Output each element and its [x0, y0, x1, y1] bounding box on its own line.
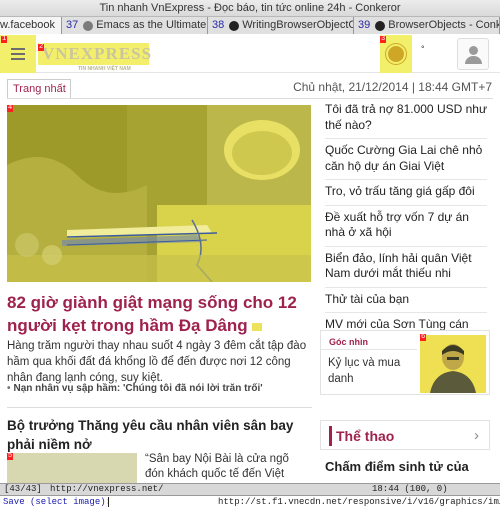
- page-content: 1 VNEXPRESS TIN NHANH VIỆT NAM 2 3 ° Tra…: [0, 35, 500, 483]
- current-date: Chủ nhật, 21/12/2014 | 18:44 GMT+7: [293, 80, 492, 94]
- user-account-button[interactable]: [457, 38, 489, 70]
- tab-number: 37: [66, 19, 79, 31]
- user-icon: [469, 46, 478, 55]
- link-hint: 5: [7, 452, 14, 460]
- link-hint: 3: [380, 35, 387, 43]
- chevron-right-icon: ›: [474, 427, 479, 444]
- text-cursor: [108, 497, 109, 507]
- hero-description: Hàng trăm người thay nhau suốt 4 ngày 3 …: [7, 340, 307, 384]
- current-url: http://vnexpress.net/: [50, 484, 164, 494]
- article-image[interactable]: [7, 453, 137, 483]
- news-link[interactable]: Thử tài của bạn: [325, 288, 487, 313]
- photo-badge-icon: [252, 322, 263, 331]
- article-headline[interactable]: Bộ trưởng Thăng yêu cầu nhân viên sân ba…: [7, 416, 312, 454]
- site-logo[interactable]: VNEXPRESS TIN NHANH VIỆT NAM: [38, 43, 151, 72]
- link-hint: 4: [7, 104, 14, 112]
- bullet: •: [7, 383, 11, 394]
- menu-icon: [11, 48, 25, 50]
- menu-icon: [11, 58, 25, 60]
- tab-facebook[interactable]: w.facebook: [0, 17, 62, 34]
- favicon-icon: [229, 20, 240, 31]
- sun-icon: [388, 46, 404, 62]
- load-status: 18:44 (100, 0): [372, 484, 448, 494]
- person-portrait-icon: [420, 335, 486, 393]
- article-quote: “Sân bay Nội Bài là cửa ngõ đón khách qu…: [145, 453, 289, 480]
- window-title: Tin nhanh VnExpress - Đọc báo, tin tức o…: [99, 2, 401, 14]
- news-link[interactable]: Biển đảo, lính hải quân Việt Nam dưới mắ…: [325, 247, 487, 288]
- tab-title: w.facebook: [0, 19, 56, 31]
- news-link[interactable]: Quốc Cường Gia Lai chê nhỏ căn hộ dự án …: [325, 139, 487, 180]
- tab-emacs[interactable]: 37 Emacs as the Ultimate: [62, 17, 208, 34]
- site-header: 1 VNEXPRESS TIN NHANH VIỆT NAM 2 3 °: [0, 35, 500, 73]
- minibuffer[interactable]: Save (select image): http://st.f1.vnecdn…: [0, 496, 500, 509]
- window-title-bar: Tin nhanh VnExpress - Đọc báo, tin tức o…: [0, 0, 500, 17]
- link-hint: 2: [38, 43, 45, 51]
- right-news-list: Tôi đã trả nợ 81.000 USD như thế nào? Qu…: [325, 98, 487, 339]
- the-thao-section[interactable]: Thể thao ›: [320, 420, 490, 450]
- tab-writing-browser-object[interactable]: 38 WritingBrowserObjectC: [208, 17, 354, 34]
- hero-headline[interactable]: 82 giờ giành giật mạng sống cho 12 người…: [7, 291, 312, 337]
- link-hint: 1: [1, 35, 8, 43]
- buffer-position: [43/43]: [4, 484, 42, 494]
- favicon-icon: [375, 20, 386, 31]
- sub-header: Trang nhất Chủ nhật, 21/12/2014 | 18:44 …: [0, 73, 500, 101]
- link-hint: 6: [420, 333, 427, 341]
- related-link[interactable]: • Nạn nhân vụ sập hầm: 'Chúng tôi đã nói …: [7, 383, 312, 394]
- tab-number: 38: [212, 19, 225, 31]
- tab-title: Emacs as the Ultimate: [96, 19, 207, 31]
- tab-browser-objects[interactable]: 39 BrowserObjects - Conk: [354, 17, 500, 34]
- goc-nhin-label: Góc nhìn: [329, 337, 368, 347]
- news-link[interactable]: Tôi đã trả nợ 81.000 USD như thế nào?: [325, 98, 487, 139]
- columnist-photo[interactable]: [420, 335, 486, 393]
- goc-nhin-box: Góc nhìn Kỷ lục và mua danh: [320, 330, 490, 395]
- mode-line: [43/43] http://vnexpress.net/ 18:44 (100…: [0, 483, 500, 496]
- goc-nhin-link[interactable]: Kỷ lục và mua danh: [328, 355, 418, 387]
- hero-image[interactable]: [7, 105, 311, 282]
- tab-bar: w.facebook 37 Emacs as the Ultimate 38 W…: [0, 17, 500, 34]
- section-tab-home[interactable]: Trang nhất: [7, 79, 71, 99]
- sports-headline[interactable]: Chấm điểm sinh tử của: [325, 458, 490, 475]
- related-text: Nạn nhân vụ sập hầm: 'Chúng tôi đã nói l…: [13, 383, 263, 394]
- section-label: Thể thao: [336, 428, 395, 444]
- temperature: °: [421, 44, 425, 54]
- tab-title: WritingBrowserObjectC: [242, 19, 353, 31]
- news-link[interactable]: Tro, vỏ trấu tăng giá gấp đôi: [325, 180, 487, 206]
- tab-title: BrowserObjects - Conk: [388, 19, 499, 31]
- tab-number: 39: [358, 19, 371, 31]
- news-link[interactable]: Đề xuất hỗ trợ vốn 7 dự án nhà ở xã hội: [325, 206, 487, 247]
- menu-icon: [11, 53, 25, 55]
- favicon-icon: [83, 20, 94, 31]
- minibuffer-input[interactable]: http://st.f1.vnecdn.net/responsive/i/v16…: [218, 496, 500, 508]
- minibuffer-prompt: Save (select image):: [3, 497, 112, 507]
- tunnel-image: [7, 105, 311, 282]
